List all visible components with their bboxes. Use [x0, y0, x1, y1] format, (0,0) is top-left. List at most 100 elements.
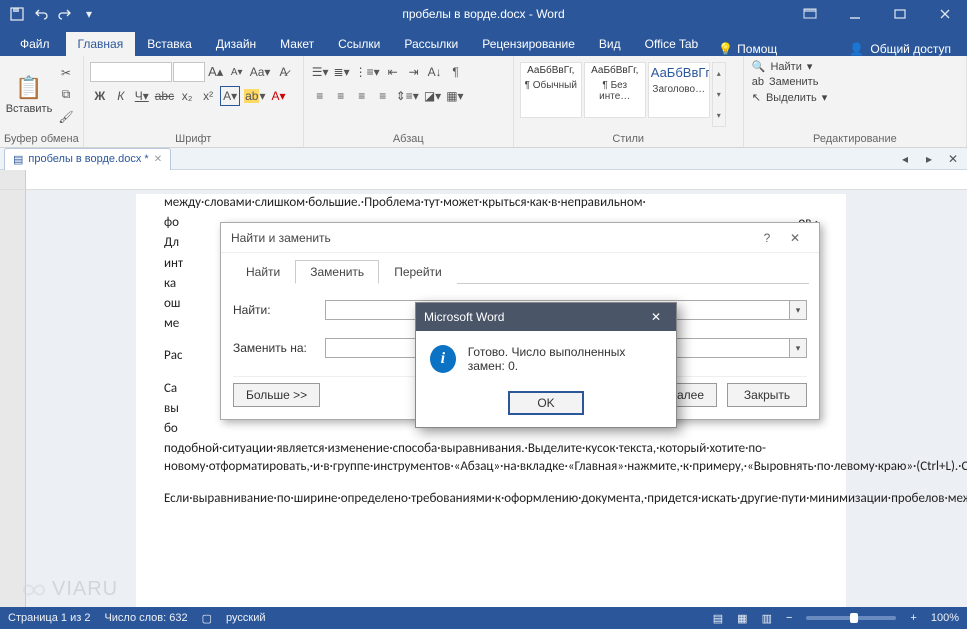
copy-icon[interactable]: ⧉: [56, 85, 76, 105]
borders-button[interactable]: ▦▾: [444, 86, 465, 106]
maximize-icon[interactable]: [877, 0, 922, 28]
zoom-out-icon[interactable]: −: [786, 612, 792, 624]
find-button[interactable]: 🔍Найти ▾: [752, 60, 958, 73]
tab-home[interactable]: Главная: [66, 32, 136, 56]
tab-menu[interactable]: ✕: [943, 149, 963, 169]
more-button[interactable]: Больше >>: [233, 383, 320, 407]
minimize-icon[interactable]: [832, 0, 877, 28]
format-painter-icon[interactable]: 🖌: [56, 107, 76, 127]
change-case-icon[interactable]: Aa▾: [248, 62, 273, 82]
font-size-select[interactable]: [173, 62, 205, 82]
dialog-tab-replace[interactable]: Заменить: [295, 260, 379, 284]
close-button[interactable]: Закрыть: [727, 383, 807, 407]
word-count[interactable]: Число слов: 632: [104, 612, 187, 624]
spellcheck-icon[interactable]: ▢: [202, 612, 212, 625]
read-mode-icon[interactable]: ▤: [713, 612, 723, 625]
window-buttons: [787, 0, 967, 28]
tab-review[interactable]: Рецензирование: [470, 32, 587, 56]
show-marks-button[interactable]: ¶: [446, 62, 466, 82]
quick-access-toolbar: ▾: [0, 3, 100, 25]
save-icon[interactable]: [6, 3, 28, 25]
page-status[interactable]: Страница 1 из 2: [8, 612, 90, 624]
sort-button[interactable]: A↓: [425, 62, 445, 82]
tab-close-icon[interactable]: ✕: [154, 154, 162, 165]
replace-button[interactable]: abЗаменить: [752, 76, 958, 88]
group-paragraph: ☰▾ ≣▾ ⋮≡▾ ⇤ ⇥ A↓ ¶ ≡ ≡ ≡ ≡ ⇕≡▾ ◪▾ ▦▾ Абз…: [304, 56, 514, 147]
text-effects-button[interactable]: A▾: [220, 86, 240, 106]
dialog-help-icon[interactable]: ?: [753, 227, 781, 249]
language-status[interactable]: русский: [226, 612, 265, 624]
font-name-select[interactable]: [90, 62, 172, 82]
style-no-spacing[interactable]: АаБбВвГг,¶ Без инте…: [584, 62, 646, 118]
replace-dropdown-icon[interactable]: ▾: [789, 338, 807, 358]
dialog-tab-find[interactable]: Найти: [231, 260, 295, 284]
align-center-button[interactable]: ≡: [331, 86, 351, 106]
dialog-tab-goto[interactable]: Перейти: [379, 260, 457, 284]
tab-view[interactable]: Вид: [587, 32, 633, 56]
dialog-titlebar[interactable]: Найти и заменить ? ✕: [221, 223, 819, 253]
msgbox-titlebar[interactable]: Microsoft Word ✕: [416, 303, 676, 331]
italic-button[interactable]: К: [111, 86, 131, 106]
undo-icon[interactable]: [30, 3, 52, 25]
style-heading[interactable]: АаБбВвГг,Заголово…: [648, 62, 710, 118]
font-color-button[interactable]: A▾: [269, 86, 289, 106]
tab-mailings[interactable]: Рассылки: [392, 32, 470, 56]
close-icon[interactable]: [922, 0, 967, 28]
tab-layout[interactable]: Макет: [268, 32, 326, 56]
tab-insert[interactable]: Вставка: [135, 32, 204, 56]
align-right-button[interactable]: ≡: [352, 86, 372, 106]
tell-me[interactable]: 💡Помощ: [710, 42, 785, 56]
tab-officetab[interactable]: Office Tab: [633, 32, 711, 56]
subscript-button[interactable]: x₂: [177, 86, 197, 106]
cut-icon[interactable]: ✂: [56, 63, 76, 83]
styles-expand[interactable]: ▴▾▾: [712, 62, 726, 127]
redo-icon[interactable]: [54, 3, 76, 25]
bold-button[interactable]: Ж: [90, 86, 110, 106]
zoom-in-icon[interactable]: +: [910, 612, 916, 624]
titlebar: ▾ пробелы в ворде.docx - Word: [0, 0, 967, 28]
document-tab[interactable]: ▤ пробелы в ворде.docx * ✕: [4, 148, 171, 170]
decrease-indent-button[interactable]: ⇤: [383, 62, 403, 82]
zoom-level[interactable]: 100%: [931, 612, 959, 624]
doc-text: подобной·ситуации·является·изменение·спо…: [164, 440, 818, 476]
line-spacing-button[interactable]: ⇕≡▾: [394, 86, 421, 106]
align-left-button[interactable]: ≡: [310, 86, 330, 106]
justify-button[interactable]: ≡: [373, 86, 393, 106]
paste-button[interactable]: 📋 Вставить: [4, 58, 54, 131]
superscript-button[interactable]: x²: [198, 86, 218, 106]
highlight-button[interactable]: ab▾: [242, 86, 267, 106]
zoom-slider[interactable]: [806, 616, 896, 620]
print-layout-icon[interactable]: ▦: [737, 612, 747, 625]
multilevel-button[interactable]: ⋮≡▾: [353, 62, 382, 82]
horizontal-ruler[interactable]: [26, 170, 967, 189]
tab-design[interactable]: Дизайн: [204, 32, 268, 56]
tab-references[interactable]: Ссылки: [326, 32, 392, 56]
msgbox-close-icon[interactable]: ✕: [644, 307, 668, 327]
ok-button[interactable]: OK: [508, 391, 584, 415]
grow-font-icon[interactable]: A▴: [206, 62, 226, 82]
cursor-icon: ↖: [752, 91, 761, 104]
select-button[interactable]: ↖Выделить ▾: [752, 91, 958, 104]
shrink-font-icon[interactable]: A▾: [227, 62, 247, 82]
share-label: Общий доступ: [870, 42, 951, 56]
find-dropdown-icon[interactable]: ▾: [789, 300, 807, 320]
underline-button[interactable]: Ч▾: [132, 86, 152, 106]
tab-scroll-left[interactable]: ◂: [895, 149, 915, 169]
increase-indent-button[interactable]: ⇥: [404, 62, 424, 82]
vertical-ruler[interactable]: [0, 190, 26, 627]
ribbon-options-icon[interactable]: [787, 0, 832, 28]
tab-file[interactable]: Файл: [4, 32, 66, 56]
style-normal[interactable]: АаБбВвГг,¶ Обычный: [520, 62, 582, 118]
replace-icon: ab: [752, 76, 764, 88]
bullets-button[interactable]: ☰▾: [310, 62, 331, 82]
qat-dropdown-icon[interactable]: ▾: [78, 3, 100, 25]
numbering-button[interactable]: ≣▾: [332, 62, 352, 82]
web-layout-icon[interactable]: ▥: [762, 612, 772, 625]
shading-button[interactable]: ◪▾: [422, 86, 443, 106]
watermark: VIARU: [20, 578, 118, 601]
tab-scroll-right[interactable]: ▸: [919, 149, 939, 169]
dialog-close-icon[interactable]: ✕: [781, 227, 809, 249]
clear-formatting-icon[interactable]: A̷: [273, 62, 293, 82]
strikethrough-button[interactable]: abc: [153, 86, 176, 106]
share-button[interactable]: 👤Общий доступ: [837, 42, 963, 56]
